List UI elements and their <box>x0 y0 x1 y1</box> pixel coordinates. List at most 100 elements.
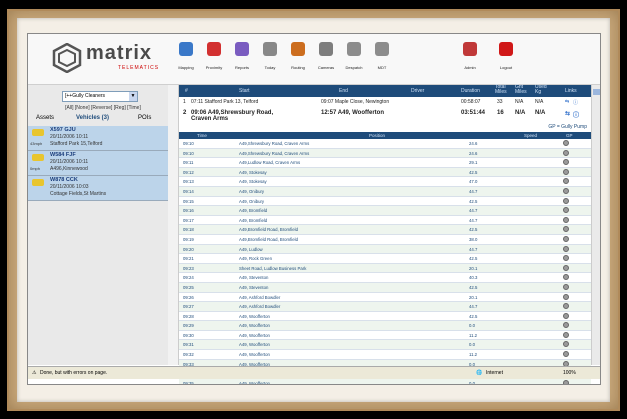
gully-pump-icon[interactable] <box>563 283 569 290</box>
toolbar-button[interactable]: Cameras <box>313 40 339 80</box>
vehicle-icon <box>32 154 44 161</box>
vehicle-item[interactable]: 43mph X597 GJU 20/11/2006 10:11 Stafford Pa… <box>28 126 168 151</box>
row-time: 09:16 <box>183 208 194 214</box>
table-row[interactable]: 09:29 A49, Woofferton 0.0 <box>179 321 591 331</box>
gully-pump-icon[interactable] <box>563 303 569 310</box>
route-link-icon[interactable]: ⇆ <box>565 110 570 117</box>
row-time: 09:24 <box>183 275 194 281</box>
toolbar-button[interactable]: Mapping <box>173 40 199 80</box>
info-icon[interactable]: ⓘ <box>573 110 579 119</box>
table-row[interactable]: 09:16 A49, Bromfield 44.7 <box>179 206 591 216</box>
toolbar-button[interactable]: Proximity <box>201 40 227 80</box>
gully-pump-icon[interactable] <box>563 264 569 271</box>
table-row[interactable]: 09:10 A49,Shrewsbury Road, Craven Arms 24.… <box>179 139 591 149</box>
gully-pump-icon[interactable] <box>563 178 569 185</box>
vertical-scrollbar[interactable] <box>591 85 600 365</box>
gully-pump-icon[interactable] <box>563 140 569 146</box>
table-row[interactable]: 09:28 A49, Woofferton 42.5 <box>179 312 591 322</box>
toolbar-button[interactable]: Today <box>257 40 283 80</box>
table-row[interactable]: 09:26 A49, Ashford Bowdler 20.1 <box>179 293 591 303</box>
gully-pump-icon[interactable] <box>563 235 569 242</box>
row-position: A49, Stokesay <box>239 179 267 185</box>
vehicle-name[interactable]: X597 GJU <box>50 127 76 133</box>
table-row[interactable]: 09:17 A49, Bromfield 44.7 <box>179 216 591 226</box>
row-time: 09:13 <box>183 179 194 185</box>
gully-pump-icon[interactable] <box>563 255 569 262</box>
toolbar-button[interactable]: Admin <box>457 40 483 80</box>
vehicle-filters[interactable]: [All] [None] [Reverse] [Reg] [Time] <box>38 105 168 111</box>
zoom-text[interactable]: 100% <box>563 370 576 376</box>
gully-pump-icon[interactable] <box>563 312 569 319</box>
journey-number: 1 <box>183 99 186 105</box>
row-time: 09:25 <box>183 284 194 290</box>
vehicle-item[interactable]: W878 CCK 20/11/2006 10:03 Cottage Fields,S… <box>28 176 168 201</box>
table-row[interactable]: 09:18 A49,Bromfield Road, Bromfield 42.5 <box>179 225 591 235</box>
gp-legend: GP = Gully Pump <box>548 124 587 130</box>
gully-pump-icon[interactable] <box>563 274 569 281</box>
table-row[interactable]: 09:25 A49, Steventon 42.5 <box>179 282 591 293</box>
vehicle-item[interactable]: 0mph W584 FJF 20/11/2006 10:11 A496,Kinnewo… <box>28 151 168 176</box>
row-speed: 42.5 <box>469 198 478 204</box>
table-row[interactable]: 09:30 A49, Woofferton 11.2 <box>179 331 591 341</box>
toolbar-button-label: Reports <box>234 65 249 70</box>
table-row[interactable]: 09:24 A49, Steventon 40.3 <box>179 273 591 283</box>
table-row[interactable]: 09:10 A49,Shrewsbury Road, Craven Arms 24.… <box>179 148 591 159</box>
gully-pump-icon[interactable] <box>563 159 569 166</box>
gully-pump-icon[interactable] <box>563 293 569 300</box>
group-select[interactable]: [++Gully Cleaners ▼ <box>62 91 138 102</box>
chevron-down-icon[interactable]: ▼ <box>129 92 137 101</box>
table-row[interactable]: 09:35 A49, Woofferton 0.0 <box>179 378 591 384</box>
table-row[interactable]: 09:21 A49, Rock Green 42.5 <box>179 254 591 264</box>
row-time: 09:32 <box>183 352 194 358</box>
gully-pump-icon[interactable] <box>563 207 569 214</box>
toolbar-button[interactable]: Reports <box>229 40 255 80</box>
matrix-logo[interactable]: matrix TELEMATICS <box>48 41 168 75</box>
journey-row[interactable]: 2 09:06 A49,Shrewsbury Road, Craven Arms 1… <box>179 109 591 125</box>
logo-subtitle: TELEMATICS <box>118 65 160 71</box>
table-row[interactable]: 09:12 A49, Stokesay 42.5 <box>179 167 591 178</box>
table-row[interactable]: 09:23 Sheet Road, Ludlow Business Park 20.… <box>179 263 591 274</box>
scrollbar-thumb[interactable] <box>593 89 600 95</box>
row-position: A49,Bromfield Road, Bromfield <box>239 236 298 242</box>
toolbar-button[interactable]: Routing <box>285 40 311 80</box>
gully-pump-icon[interactable] <box>563 322 569 329</box>
gully-pump-icon[interactable] <box>563 187 569 194</box>
table-row[interactable]: 09:20 A49, Ludlow 44.7 <box>179 244 591 255</box>
routing-icon <box>291 42 305 56</box>
table-row[interactable]: 09:15 A49, Onibury 42.5 <box>179 197 591 207</box>
gully-pump-icon[interactable] <box>563 331 569 338</box>
table-row[interactable]: 09:31 A49, Woofferton 0.0 <box>179 340 591 351</box>
gully-pump-icon[interactable] <box>563 245 569 252</box>
table-row[interactable]: 09:27 A49, Ashford Bowdler 44.7 <box>179 302 591 312</box>
table-row[interactable]: 09:11 A49,Ludlow Road, Craven Arms 29.1 <box>179 158 591 168</box>
journey-total-miles: 33 <box>497 99 503 105</box>
gully-pump-icon[interactable] <box>563 149 569 156</box>
route-link-icon[interactable]: ⇆ <box>565 99 569 105</box>
toolbar-button[interactable]: Logout <box>493 40 519 80</box>
vehicle-name[interactable]: W584 FJF <box>50 152 76 158</box>
toolbar-button[interactable]: MDT <box>369 40 395 80</box>
info-icon[interactable]: ⓘ <box>573 99 578 106</box>
table-row[interactable]: 09:19 A49,Bromfield Road, Bromfield 38.0 <box>179 235 591 245</box>
journey-duration: 03:51:44 <box>461 110 486 116</box>
journey-row[interactable]: 1 07:11 Stafford Park 13, Telford 09:07 Ma… <box>179 98 591 107</box>
row-position: A49, Rock Green <box>239 256 272 262</box>
vehicle-name[interactable]: W878 CCK <box>50 177 78 183</box>
panel-divider[interactable] <box>168 85 179 365</box>
mdt-icon <box>375 42 389 56</box>
tab-pois[interactable]: POIs <box>138 115 151 121</box>
gully-pump-icon[interactable] <box>563 341 569 348</box>
table-row[interactable]: 09:14 A49, Onibury 44.7 <box>179 186 591 197</box>
gully-pump-icon[interactable] <box>563 197 569 204</box>
gully-pump-icon[interactable] <box>563 226 569 233</box>
row-speed: 44.7 <box>469 246 478 252</box>
gully-pump-icon[interactable] <box>563 168 569 175</box>
tab-assets[interactable]: Assets <box>36 115 54 121</box>
gully-pump-icon[interactable] <box>563 216 569 223</box>
toolbar-button[interactable]: Despatch <box>341 40 367 80</box>
table-row[interactable]: 09:32 A49, Woofferton 11.2 <box>179 350 591 360</box>
gully-pump-icon[interactable] <box>563 379 569 384</box>
gully-pump-icon[interactable] <box>563 351 569 358</box>
tab-vehicles[interactable]: Vehicles (3) <box>76 115 109 121</box>
table-row[interactable]: 09:13 A49, Stokesay 47.0 <box>179 177 591 187</box>
